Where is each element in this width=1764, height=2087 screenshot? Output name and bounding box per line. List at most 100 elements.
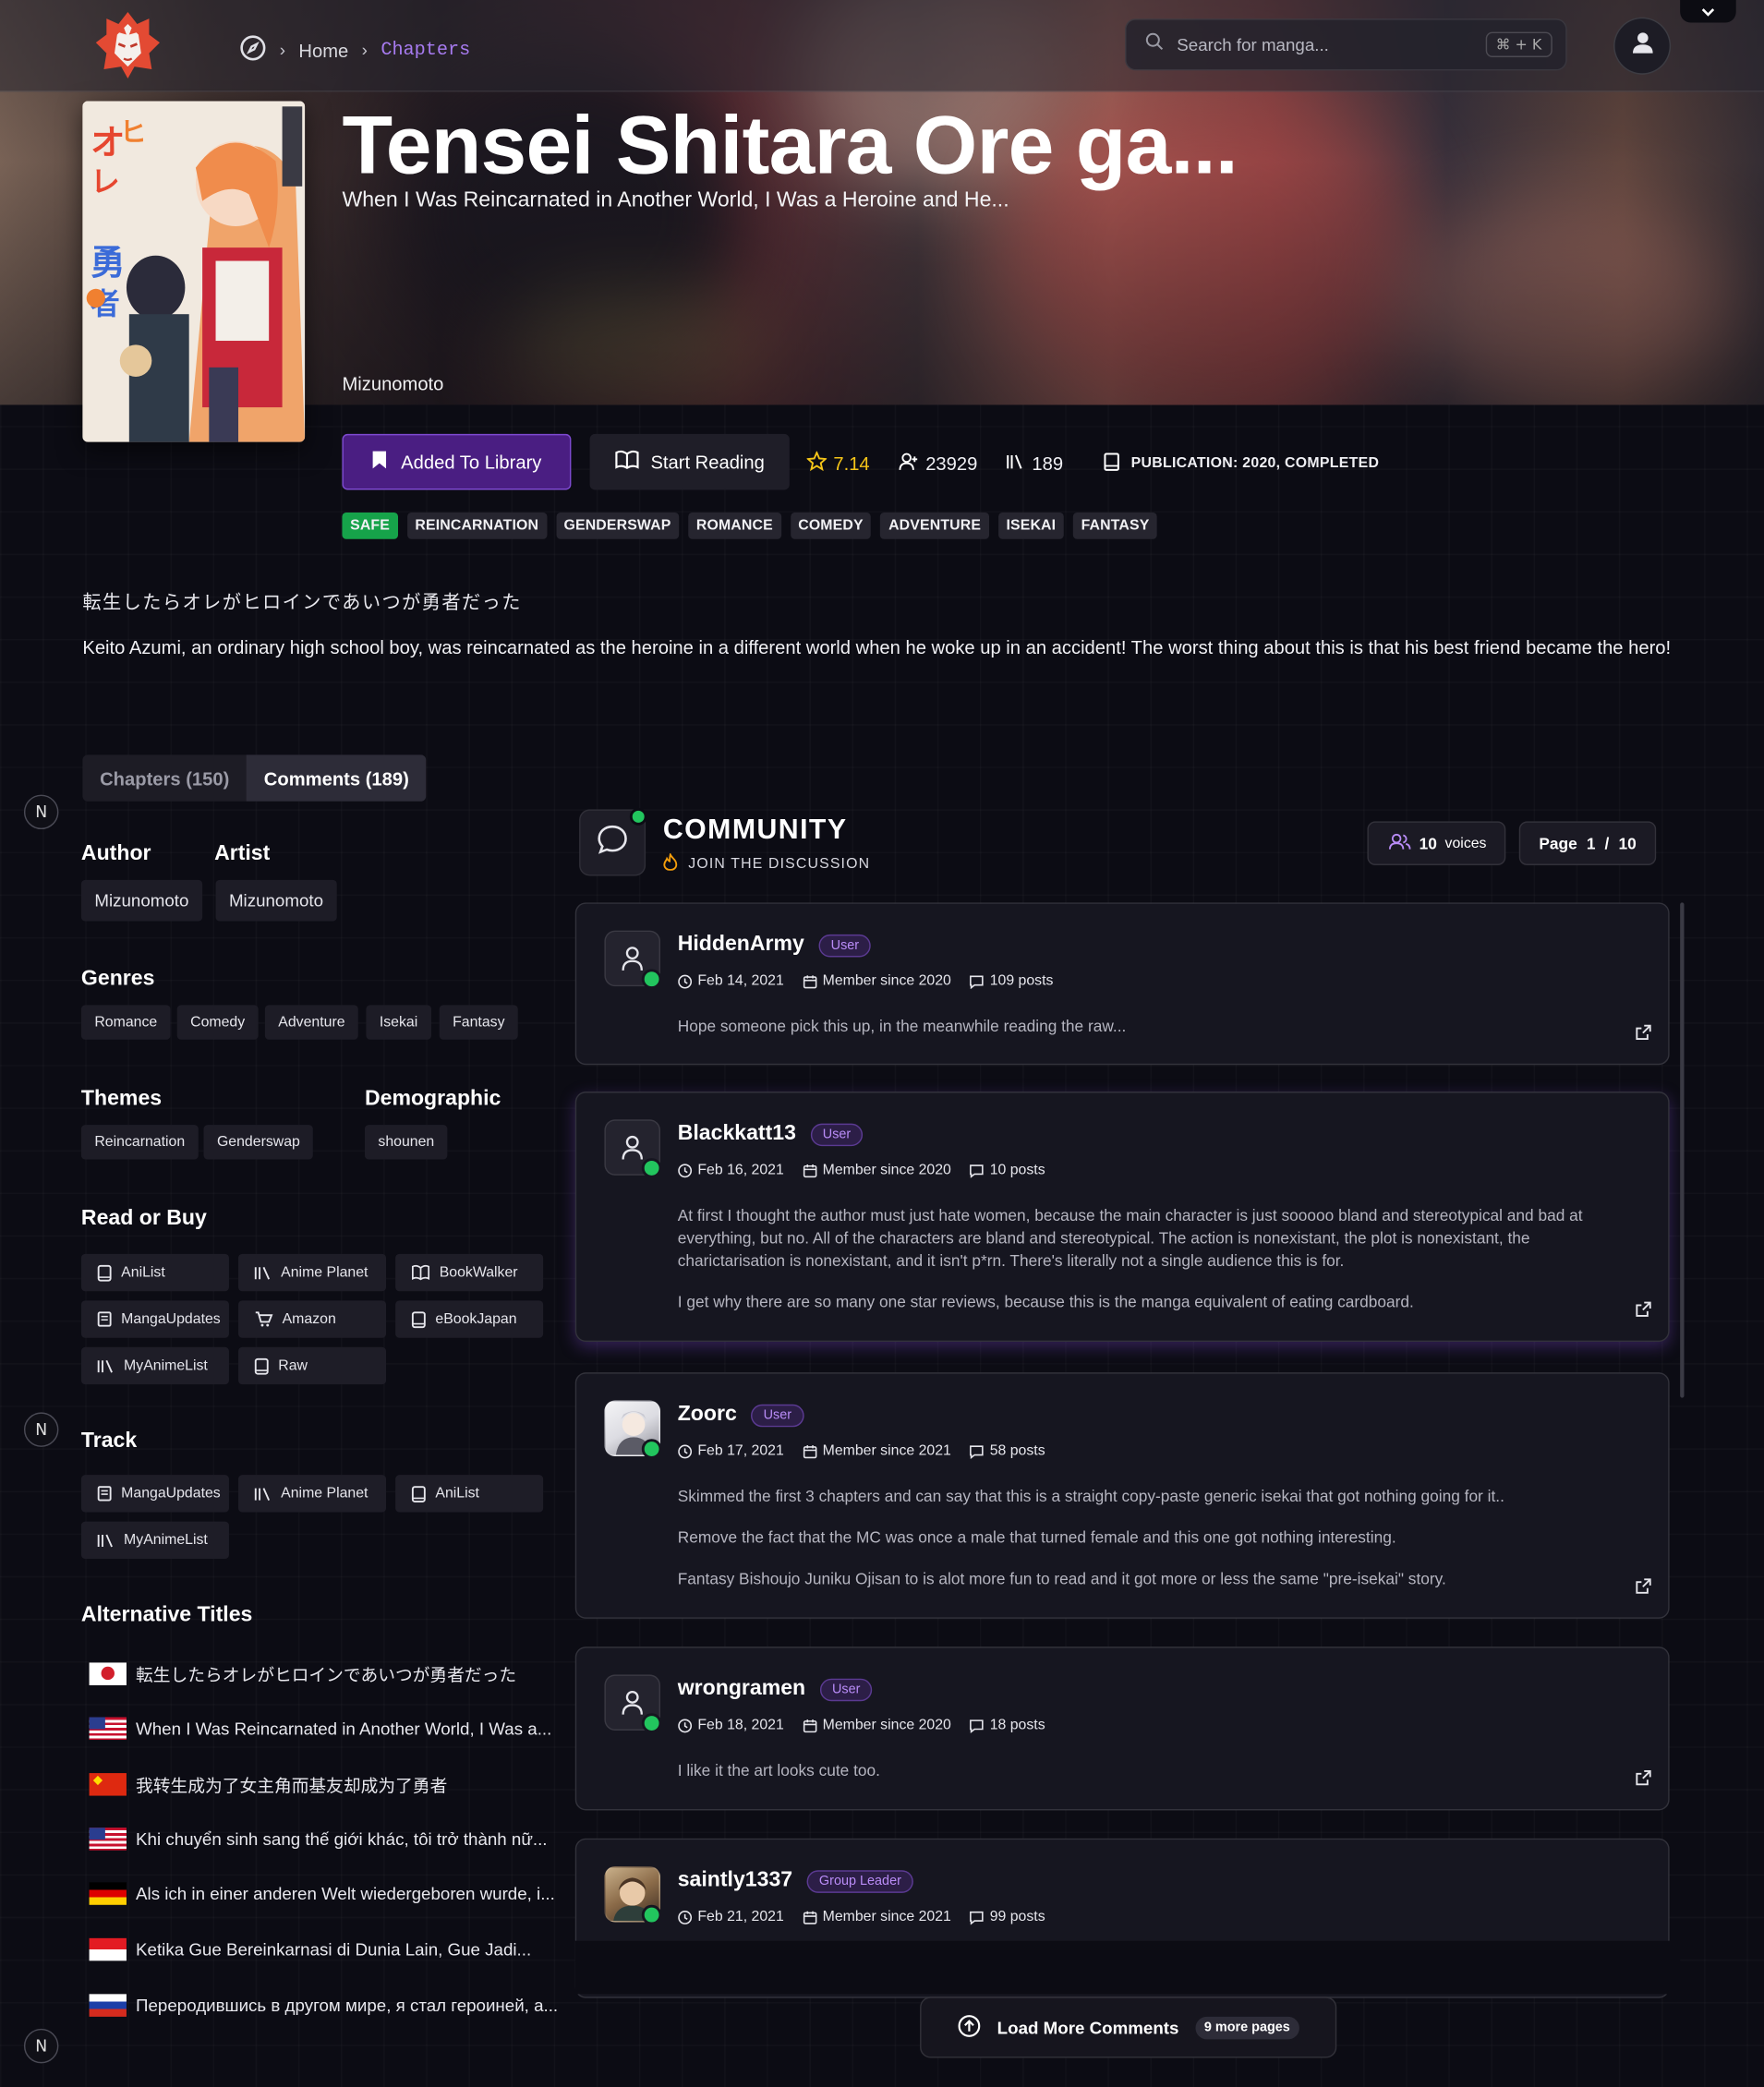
genre-chip[interactable]: Adventure <box>264 1005 358 1040</box>
external-link-icon[interactable] <box>1635 1769 1652 1793</box>
compass-icon[interactable] <box>239 34 266 65</box>
themes-heading: Themes <box>80 1087 163 1111</box>
tag[interactable]: ISEKAI <box>997 512 1064 539</box>
comment-meta: Feb 21, 2021 Member since 2021 99 posts <box>678 1909 1045 1924</box>
book-open-icon <box>411 1264 430 1281</box>
genre-chip[interactable]: Comedy <box>176 1005 259 1040</box>
calendar-icon <box>803 973 817 988</box>
clock-icon <box>678 1910 693 1924</box>
comment-username[interactable]: Blackkatt13 <box>678 1122 796 1146</box>
demographic-heading: Demographic <box>364 1087 501 1111</box>
chevron-down-icon <box>1700 0 1716 23</box>
demographic-chip[interactable]: shounen <box>364 1125 448 1160</box>
comment-username[interactable]: Zoorc <box>678 1403 737 1427</box>
external-link-icon[interactable] <box>1635 1024 1652 1048</box>
germany-flag-icon <box>89 1882 127 1906</box>
tablet-icon <box>97 1264 112 1282</box>
comment-username[interactable]: saintly1337 <box>678 1869 792 1893</box>
theme-chip[interactable]: Genderswap <box>203 1125 314 1160</box>
user-menu-button[interactable] <box>1613 17 1672 75</box>
manga-title: Tensei Shitara Ore ga... <box>342 100 1238 192</box>
clock-icon <box>678 1163 693 1177</box>
track-link-label: MyAnimeList <box>124 1532 208 1549</box>
tab-chapters[interactable]: Chapters (150) <box>82 754 247 801</box>
read-or-buy-link[interactable]: Amazon <box>238 1300 387 1338</box>
breadcrumb-home[interactable]: Home <box>298 40 348 61</box>
read-or-buy-link[interactable]: MangaUpdates <box>80 1300 229 1338</box>
read-or-buy-link[interactable]: eBookJapan <box>395 1300 544 1338</box>
alternative-title-item: Als ich in einer anderen Welt wiedergebo… <box>89 1882 555 1906</box>
genre-chip[interactable]: Fantasy <box>439 1005 518 1040</box>
post-count-text: 58 posts <box>989 1442 1045 1459</box>
tag[interactable]: REINCARNATION <box>406 512 547 539</box>
comment-meta: Feb 14, 2021 Member since 2020 109 posts <box>678 972 1053 990</box>
comment-body: Hope someone pick this up, in the meanwh… <box>678 1016 1610 1057</box>
read-or-buy-link[interactable]: BookWalker <box>395 1253 544 1292</box>
clock-icon <box>678 1718 693 1732</box>
comments-scrollbar[interactable] <box>1680 902 1685 1398</box>
external-link-icon[interactable] <box>1635 1577 1652 1601</box>
tag-list: SAFE REINCARNATION GENDERSWAP ROMANCE CO… <box>342 512 1158 539</box>
load-more-comments-button[interactable]: Load More Comments 9 more pages <box>920 1997 1337 2058</box>
track-link[interactable]: AniList <box>395 1475 544 1513</box>
search-bar[interactable]: ⌘ + K <box>1125 18 1567 71</box>
start-reading-button[interactable]: Start Reading <box>589 433 790 490</box>
comment-body: At first I thought the author must just … <box>678 1205 1610 1333</box>
banner-author[interactable]: Mizunomoto <box>342 373 443 394</box>
theme-chip[interactable]: Reincarnation <box>80 1125 199 1160</box>
breadcrumb-current[interactable]: Chapters <box>381 40 470 61</box>
comment-date-text: Feb 17, 2021 <box>697 1442 784 1459</box>
tag[interactable]: ROMANCE <box>688 512 781 539</box>
search-icon <box>1145 32 1164 57</box>
comment-date-text: Feb 14, 2021 <box>697 972 784 990</box>
comment-author: Zoorc User <box>678 1403 804 1427</box>
tab-comments[interactable]: Comments (189) <box>247 754 427 802</box>
comment-username[interactable]: wrongramen <box>678 1677 805 1701</box>
search-input[interactable] <box>1177 34 1472 55</box>
track-link[interactable]: MyAnimeList <box>80 1521 229 1559</box>
site-logo[interactable] <box>91 8 165 83</box>
tag[interactable]: ADVENTURE <box>880 512 989 539</box>
alternative-title-text: Ketika Gue Bereinkarnasi di Dunia Lain, … <box>136 1939 532 1960</box>
author-chip[interactable]: Mizunomoto <box>80 879 202 922</box>
artist-chip[interactable]: Mizunomoto <box>215 879 337 922</box>
content-tabs: Chapters (150) Comments (189) <box>82 754 427 802</box>
voices-count: 10 <box>1419 834 1437 853</box>
notification-badge[interactable]: N <box>23 794 59 830</box>
post-count: 99 posts <box>970 1909 1045 1924</box>
track-link[interactable]: Anime Planet <box>238 1475 387 1513</box>
tag[interactable]: GENDERSWAP <box>555 512 680 539</box>
external-link-icon[interactable] <box>1635 1300 1652 1324</box>
member-since-text: Member since 2020 <box>822 1162 951 1178</box>
track-link[interactable]: MangaUpdates <box>80 1475 229 1513</box>
add-to-library-button[interactable]: Added To Library <box>342 433 572 490</box>
member-since: Member since 2020 <box>803 1162 951 1178</box>
member-since-text: Member since 2020 <box>822 1717 951 1733</box>
genre-chip[interactable]: Isekai <box>366 1005 431 1040</box>
read-or-buy-link-label: Anime Planet <box>281 1264 369 1281</box>
read-or-buy-link-label: Amazon <box>282 1310 336 1328</box>
voices-label: voices <box>1444 835 1487 851</box>
read-or-buy-link[interactable]: AniList <box>80 1253 229 1292</box>
notification-badge[interactable]: N <box>23 2028 59 2064</box>
comment-username[interactable]: HiddenArmy <box>678 933 804 957</box>
comment-author: wrongramen User <box>678 1677 873 1701</box>
tag[interactable]: COMEDY <box>790 512 872 539</box>
collapse-toggle[interactable] <box>1680 0 1736 23</box>
genre-chip[interactable]: Romance <box>80 1005 171 1040</box>
calendar-icon <box>803 1443 817 1458</box>
online-status-dot <box>641 1904 662 1925</box>
role-badge: User <box>818 934 872 957</box>
book-open-icon <box>614 450 639 474</box>
read-or-buy-link[interactable]: Anime Planet <box>238 1253 387 1292</box>
notification-badge[interactable]: N <box>23 1412 59 1447</box>
role-badge: User <box>810 1122 864 1146</box>
read-or-buy-link[interactable]: Raw <box>238 1346 387 1385</box>
tag[interactable]: FANTASY <box>1072 512 1158 539</box>
arrow-up-circle-icon <box>957 2013 981 2041</box>
comments-clip <box>574 1940 1681 1995</box>
comment-meta: Feb 18, 2021 Member since 2020 18 posts <box>678 1718 1045 1733</box>
alternative-title-item: Переродившись в другом мире, я стал геро… <box>89 1993 558 2017</box>
read-or-buy-link[interactable]: MyAnimeList <box>80 1346 229 1385</box>
tag-safe[interactable]: SAFE <box>342 512 398 539</box>
